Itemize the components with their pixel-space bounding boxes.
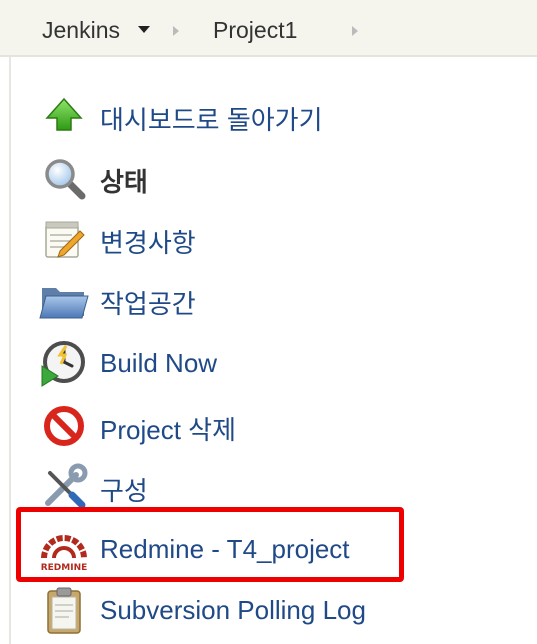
sidebar-divider	[9, 57, 11, 644]
folder-icon	[36, 272, 92, 328]
highlight-box	[16, 507, 404, 582]
up-arrow-icon	[36, 88, 92, 144]
breadcrumb: Jenkins Project1	[0, 0, 537, 57]
task-label: 상태	[100, 167, 148, 197]
task-label: 작업공간	[100, 289, 196, 319]
notepad-icon	[36, 211, 92, 267]
no-entry-icon	[36, 398, 92, 454]
clipboard-icon	[36, 583, 92, 639]
chevron-right-icon	[173, 26, 179, 36]
task-label: 구성	[100, 476, 148, 506]
chevron-right-icon	[352, 26, 358, 36]
task-label: Project 삭제	[100, 415, 236, 445]
breadcrumb-jenkins[interactable]: Jenkins	[42, 17, 120, 44]
magnifier-icon	[36, 150, 92, 206]
task-label: Build Now	[100, 348, 218, 378]
task-label: 변경사항	[100, 228, 196, 258]
task-label: Subversion Polling Log	[100, 595, 366, 625]
clock-play-icon	[36, 336, 92, 392]
breadcrumb-project[interactable]: Project1	[213, 17, 297, 44]
chevron-down-icon[interactable]	[138, 26, 150, 33]
task-label: 대시보드로 돌아가기	[100, 105, 323, 135]
